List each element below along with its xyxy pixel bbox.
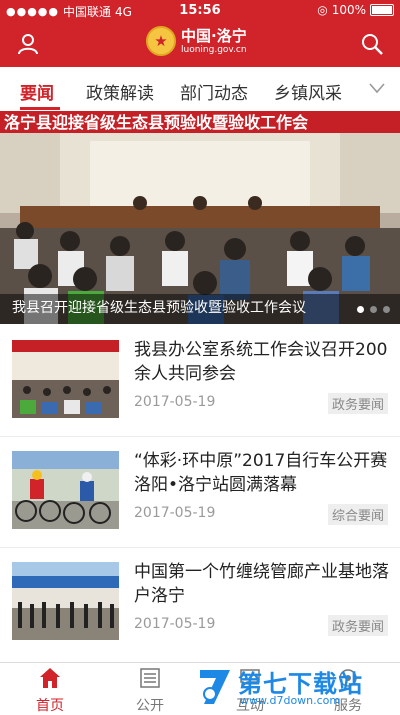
user-icon[interactable]: [16, 32, 40, 56]
carousel-dot[interactable]: [357, 306, 364, 313]
news-tag: 政务要闻: [327, 393, 388, 414]
news-item[interactable]: 中国第一个竹缠绕管廊产业基地落户洛宁 2017-05-19 政务要闻: [0, 548, 400, 658]
news-thumbnail: [12, 451, 119, 529]
tab-policy[interactable]: 政策解读: [86, 79, 154, 104]
watermark-logo-icon: [200, 670, 230, 704]
logo-title: 中国·洛宁: [181, 26, 247, 45]
headline-carousel[interactable]: 洛宁县迎接省级生态县预验收暨验收工作会 我县召开迎接省级生态县预验收暨验收工作会…: [0, 111, 400, 324]
tab-headlines[interactable]: 要闻: [20, 79, 54, 104]
watermark-url: www.d7down.com: [240, 694, 341, 707]
search-icon[interactable]: [360, 32, 384, 56]
home-icon: [40, 668, 60, 688]
news-title: “体彩·环中原”2017自行车公开赛洛阳•洛宁站圆满落幕: [134, 451, 388, 495]
news-date: 2017-05-19: [134, 616, 216, 632]
news-item[interactable]: “体彩·环中原”2017自行车公开赛洛阳•洛宁站圆满落幕 2017-05-19 …: [0, 437, 400, 548]
carousel-caption: 我县召开迎接省级生态县预验收暨验收工作会议: [12, 300, 306, 316]
site-watermark: 第七下载站 www.d7down.com: [196, 664, 400, 711]
news-date: 2017-05-19: [134, 505, 216, 521]
tab-towns[interactable]: 乡镇风采: [274, 79, 342, 104]
meeting-photo: 洛宁县迎接省级生态县预验收暨验收工作会: [0, 111, 400, 324]
nav-home[interactable]: 首页: [20, 667, 80, 715]
emblem-icon: ★: [146, 26, 176, 56]
app-logo: ★ 中国·洛宁 luoning.gov.cn: [146, 26, 247, 56]
battery-percent: 100%: [331, 3, 366, 17]
news-title: 我县办公室系统工作会议召开200余人共同参会: [134, 340, 388, 384]
news-thumbnail: [12, 562, 119, 640]
active-tab-indicator: [20, 107, 60, 110]
app-header: ★ 中国·洛宁 luoning.gov.cn: [0, 22, 400, 67]
hall-banner-text: 洛宁县迎接省级生态县预验收暨验收工作会: [4, 113, 308, 132]
rotation-lock-icon: ◎: [317, 3, 328, 17]
news-item[interactable]: 我县办公室系统工作会议召开200余人共同参会 2017-05-19 政务要闻: [0, 326, 400, 437]
nav-public[interactable]: 公开: [120, 667, 180, 715]
tab-departments[interactable]: 部门动态: [180, 79, 248, 104]
carousel-dots: [357, 306, 390, 313]
logo-url: luoning.gov.cn: [181, 44, 247, 55]
carousel-caption-bar: 我县召开迎接省级生态县预验收暨验收工作会议: [0, 294, 400, 324]
category-tabs: 要闻 政策解读 部门动态 乡镇风采: [0, 67, 400, 112]
list-icon: [140, 668, 160, 688]
news-tag: 综合要闻: [327, 504, 388, 525]
news-date: 2017-05-19: [134, 394, 216, 410]
carousel-dot[interactable]: [383, 306, 390, 313]
news-thumbnail: [12, 340, 119, 418]
chevron-down-icon[interactable]: [368, 81, 386, 95]
status-bar: ●●●●● 中国联通 4G 15:56 ◎ 100%: [0, 0, 400, 22]
battery-icon: [370, 4, 394, 16]
nav-home-label: 首页: [36, 698, 64, 714]
news-tag: 政务要闻: [327, 615, 388, 636]
news-title: 中国第一个竹缠绕管廊产业基地落户洛宁: [134, 562, 389, 606]
nav-public-label: 公开: [136, 698, 164, 714]
carousel-dot[interactable]: [370, 306, 377, 313]
